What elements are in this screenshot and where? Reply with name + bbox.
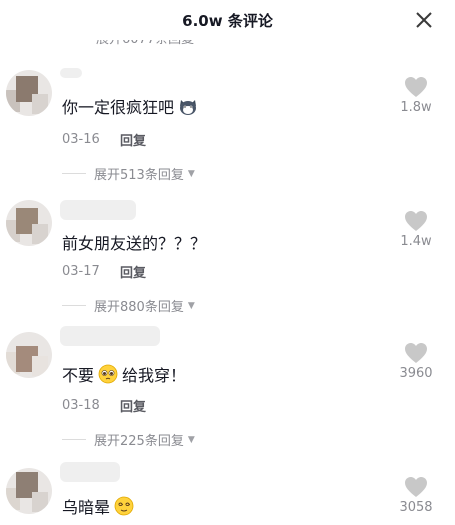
avatar[interactable] <box>6 332 52 378</box>
heart-icon <box>405 211 427 231</box>
like-count: 1.4w <box>400 234 432 249</box>
like-count: 3058 <box>399 500 433 515</box>
avatar[interactable] <box>6 468 52 514</box>
like-button[interactable]: 3058 <box>391 476 441 515</box>
comment-item: 你一定很疯狂吧 03-16 回复 展开513条回复 ▼ 1.8w <box>0 68 455 198</box>
comment-text: 乌暗晕 <box>62 494 138 518</box>
comment-text: 前女朋友送的？？？ <box>62 230 206 254</box>
chevron-down-icon: ▼ <box>187 300 195 311</box>
comment-item: 前女朋友送的？？？ 03-17 回复 展开880条回复 ▼ 1.4w <box>0 198 455 328</box>
avatar[interactable] <box>6 70 52 116</box>
expand-replies-button[interactable]: 展开513条回复 ▼ <box>62 164 195 183</box>
comment-item: 乌暗晕 3058 <box>0 458 455 525</box>
close-icon <box>416 12 432 28</box>
reply-button[interactable]: 回复 <box>120 130 146 149</box>
expand-replies-label: 展开880条回复 <box>94 300 184 315</box>
heart-icon <box>405 477 427 497</box>
comment-meta: 03-17 回复 <box>62 262 146 281</box>
reply-button[interactable]: 回复 <box>120 262 146 281</box>
username-blurred[interactable] <box>60 462 120 482</box>
comment-meta: 03-18 回复 <box>62 396 146 415</box>
comment-item: 不要 给我穿！ 03-18 回复 展开225条回复 ▼ 3960 <box>0 326 455 456</box>
username-blurred[interactable] <box>60 326 160 346</box>
expand-replies-label: 展开513条回复 <box>94 168 184 183</box>
comment-text-after: 给我穿！ <box>122 366 187 385</box>
like-button[interactable]: 1.4w <box>391 210 441 249</box>
comment-count-title: 6.0w 条评论 <box>182 12 273 30</box>
comment-date: 03-17 <box>62 264 100 279</box>
like-button[interactable]: 3960 <box>391 342 441 381</box>
pleading-face-emoji-icon <box>98 364 118 384</box>
dizzy-face-emoji-icon <box>114 496 134 516</box>
divider <box>62 305 86 306</box>
comment-text: 不要 给我穿！ <box>62 362 186 386</box>
comment-date: 03-16 <box>62 132 100 147</box>
expand-replies-label: 展开225条回复 <box>94 434 184 449</box>
close-button[interactable] <box>413 9 435 31</box>
comment-date: 03-18 <box>62 398 100 413</box>
heart-icon <box>405 77 427 97</box>
like-button[interactable]: 1.8w <box>391 76 441 115</box>
divider <box>62 173 86 174</box>
cat-face-emoji-icon <box>180 100 197 115</box>
comment-text-content: 你一定很疯狂吧 <box>62 98 175 117</box>
comment-text-content: 乌暗晕 <box>62 498 111 517</box>
comment-text-before: 不要 <box>62 366 95 385</box>
comment-text: 你一定很疯狂吧 <box>62 94 202 118</box>
expand-replies-button[interactable]: 展开880条回复 ▼ <box>62 296 195 315</box>
reply-button[interactable]: 回复 <box>120 396 146 415</box>
comment-text-content: 前女朋友送的？？？ <box>62 234 207 253</box>
username-blurred[interactable] <box>60 200 136 220</box>
comments-header: 6.0w 条评论 <box>0 0 455 40</box>
avatar[interactable] <box>6 200 52 246</box>
username-blurred[interactable] <box>60 68 82 78</box>
like-count: 3960 <box>399 366 433 381</box>
divider <box>62 439 86 440</box>
heart-icon <box>405 343 427 363</box>
comment-meta: 03-16 回复 <box>62 130 146 149</box>
expand-replies-button[interactable]: 展开225条回复 ▼ <box>62 430 195 449</box>
like-count: 1.8w <box>400 100 432 115</box>
chevron-down-icon: ▼ <box>187 434 195 445</box>
chevron-down-icon: ▼ <box>187 168 195 179</box>
